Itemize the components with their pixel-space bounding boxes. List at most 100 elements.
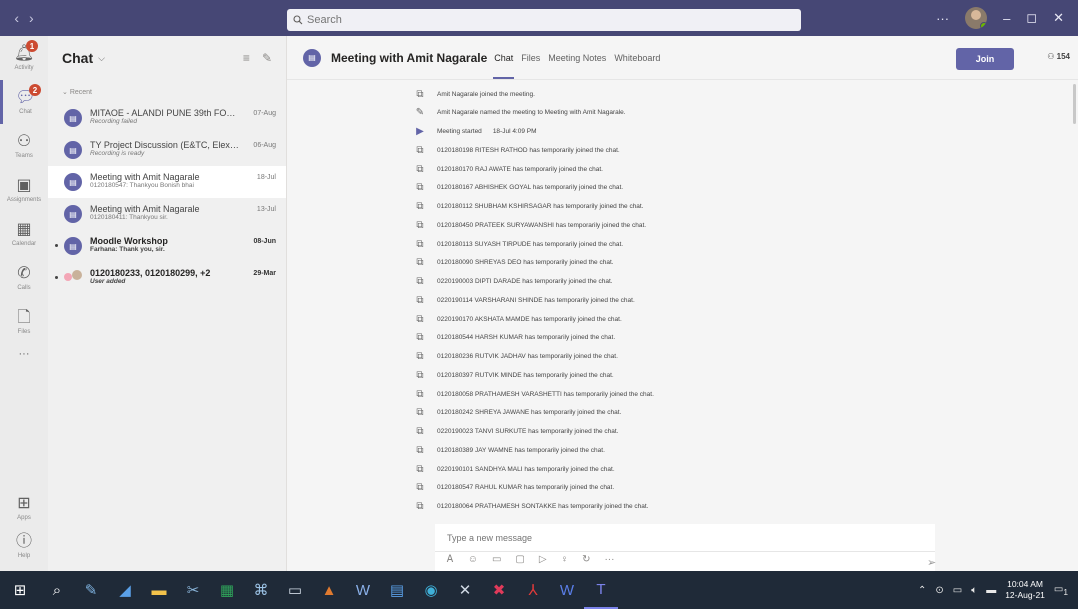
profile-avatar[interactable]	[965, 7, 988, 29]
chat-list-item[interactable]: ▤ Meeting with Amit Nagarale 0120180411:…	[48, 198, 286, 230]
battery-icon[interactable]: ▬	[986, 585, 996, 596]
chat-item-text: TY Project Discussion (E&TC, Elex Co... …	[90, 140, 240, 157]
teams-app-icon[interactable]: T	[584, 571, 618, 609]
join-icon: ⧉	[416, 351, 424, 362]
emoji-icon[interactable]: ☺	[468, 554, 478, 565]
chevron-down-icon[interactable]: ⌵	[98, 53, 105, 64]
chat-list-item-selected[interactable]: ▤ Meeting with Amit Nagarale 0120180547:…	[48, 166, 286, 198]
more-options-icon[interactable]: ···	[604, 554, 614, 565]
chat-item-date: 18-Jul	[256, 174, 276, 181]
format-icon[interactable]: Ꭺ	[447, 554, 454, 565]
matlab-app-icon[interactable]: ▲	[312, 571, 346, 609]
new-chat-icon[interactable]: ✎	[262, 51, 272, 65]
system-message-text: 0120180167 ABHISHEK GOYAL has temporaril…	[437, 184, 624, 192]
send-icon[interactable]: ➢	[927, 556, 936, 569]
back-arrow-icon[interactable]: ‹	[14, 10, 19, 26]
phone-icon: ✆	[17, 265, 31, 282]
chat-list-item[interactable]: ▤ TY Project Discussion (E&TC, Elex Co..…	[48, 134, 286, 166]
network-app-icon[interactable]: ⌘	[244, 571, 278, 609]
filter-icon[interactable]: ≡	[243, 51, 250, 65]
rail-item-more[interactable]: ···	[0, 332, 48, 376]
participants-button[interactable]: ⚇ 154	[1047, 52, 1070, 61]
word-app-icon[interactable]: W	[346, 571, 380, 609]
windows-start-icon[interactable]: ⊞	[0, 571, 40, 609]
gif-icon[interactable]: ▭	[492, 554, 501, 565]
chat-list-item-unread[interactable]: 0120180233, 0120180299, +2 User added 29…	[48, 262, 286, 294]
meet-now-icon[interactable]: ▷	[539, 554, 547, 565]
rail-item-assignments[interactable]: ▣ Assignments	[0, 168, 48, 212]
word-document-icon[interactable]: W	[550, 571, 584, 609]
terminal-app-icon[interactable]: ▭	[278, 571, 312, 609]
join-icon: ⧉	[416, 144, 424, 156]
chat-list-item[interactable]: ▤ MITAOE - ALANDI PUNE 39th FOUN... Reco…	[48, 102, 286, 134]
search-input[interactable]	[307, 14, 787, 26]
acrobat-app-icon[interactable]: ⅄	[516, 571, 550, 609]
recent-section-label[interactable]: ⌄ Recent	[48, 80, 286, 102]
rail-label: Assignments	[6, 197, 42, 203]
chat-list-item-unread[interactable]: ▤ Moodle Workshop Farhana: Thank you, si…	[48, 230, 286, 262]
search-box[interactable]	[287, 9, 801, 31]
system-message: ⧉ 0120180242 SHREYA JAWANE has temporaril…	[414, 406, 621, 420]
more-icon: ···	[18, 348, 30, 360]
tab-whiteboard[interactable]: Whiteboard	[613, 53, 661, 63]
join-icon: ⧉	[416, 332, 424, 344]
join-icon: ⧉	[416, 276, 424, 287]
join-button[interactable]: Join	[956, 48, 1014, 70]
tools-app-icon[interactable]: ✕	[448, 571, 482, 609]
join-icon: ⧉	[416, 88, 424, 100]
loop-icon[interactable]: ↻	[582, 554, 590, 565]
rail-item-teams[interactable]: ⚇ Teams	[0, 124, 48, 168]
rail-item-activity[interactable]: 🔔︎ 1 Activity	[0, 36, 48, 80]
taskbar-search-icon[interactable]: ⌕	[40, 571, 74, 609]
system-message-text: 0120180113 SUYASH TIRPUDE has temporaril…	[437, 240, 624, 248]
paint-app-icon[interactable]: ✎	[74, 571, 108, 609]
chat-item-text: 0120180233, 0120180299, +2 User added	[90, 268, 240, 285]
system-tray: ⌃ ⊙ ▭ 🔈︎ ▬ 10:04 AM 12-Aug-21 ▭1	[918, 571, 1068, 609]
close-button[interactable]: ✕	[1053, 10, 1064, 26]
join-icon: ⧉	[416, 407, 424, 419]
location-icon[interactable]: ⊙	[935, 585, 943, 596]
system-message: ⧉ 0120180397 RUTVIK MINDE has temporarily…	[414, 368, 613, 382]
rail-item-help[interactable]: ⓘ Help	[0, 524, 48, 568]
title-bar-controls: ··· – ◻ ✕	[936, 0, 1078, 36]
rail-item-calendar[interactable]: ▦ Calendar	[0, 212, 48, 256]
message-input[interactable]	[435, 524, 935, 552]
tab-chat[interactable]: Chat	[493, 53, 515, 79]
system-message-text: Meeting started	[437, 128, 482, 135]
system-message: ⧉ 0120180547 RAHUL KUMAR has temporarily …	[414, 481, 614, 495]
maximize-button[interactable]: ◻	[1026, 10, 1037, 26]
people-icon: ⚇	[1047, 52, 1055, 61]
system-message-text: 0120180058 PRATHAMESH VARASHETTI has tem…	[437, 390, 654, 398]
rail-label: Help	[17, 553, 31, 559]
file-explorer-icon[interactable]: ▬	[142, 571, 176, 609]
snipping-app-icon[interactable]: ✂	[176, 571, 210, 609]
conversation-pane: ▤ Meeting with Amit Nagarale Chat Files …	[287, 36, 1078, 580]
chat-list-title[interactable]: Chat	[62, 50, 93, 66]
volume-icon[interactable]: 🔈︎	[971, 585, 977, 596]
chat-item-text: Meeting with Amit Nagarale 0120180547: T…	[90, 172, 240, 189]
clock[interactable]: 10:04 AM 12-Aug-21	[1005, 579, 1045, 601]
composer-toolbar: Ꭺ ☺ ▭ ▢ ▷ ♀ ↻ ···	[447, 554, 614, 565]
tab-files[interactable]: Files	[520, 53, 541, 63]
news-app-icon[interactable]: ▤	[380, 571, 414, 609]
edge-browser-icon[interactable]: ◉	[414, 571, 448, 609]
minimize-button[interactable]: –	[1003, 11, 1010, 26]
chat-item-date: 08-Jun	[253, 238, 276, 245]
media-app-icon[interactable]: ✖	[482, 571, 516, 609]
notifications-icon[interactable]: ▭1	[1054, 584, 1068, 597]
network-icon[interactable]: ▭	[953, 585, 962, 596]
more-options-button[interactable]: ···	[936, 11, 949, 26]
system-message: ⧉ 0120180112 SHUBHAM KSHIRSAGAR has tempo…	[414, 200, 643, 214]
tab-meeting-notes[interactable]: Meeting Notes	[547, 53, 607, 63]
excel-app-icon[interactable]: ▦	[210, 571, 244, 609]
notification-count: 1	[1063, 586, 1068, 597]
rail-item-calls[interactable]: ✆ Calls	[0, 256, 48, 300]
forward-arrow-icon[interactable]: ›	[29, 10, 34, 26]
photos-app-icon[interactable]: ◢	[108, 571, 142, 609]
chevron-up-icon[interactable]: ⌃	[918, 585, 926, 596]
praise-icon[interactable]: ♀	[561, 554, 569, 565]
rail-item-chat[interactable]: 💬︎ 2 Chat	[0, 80, 48, 124]
sticker-icon[interactable]: ▢	[515, 554, 524, 565]
scrollbar[interactable]	[1073, 84, 1076, 124]
system-message-text: 0120180450 PRATEEK SURYAWANSHI has tempo…	[437, 221, 647, 229]
